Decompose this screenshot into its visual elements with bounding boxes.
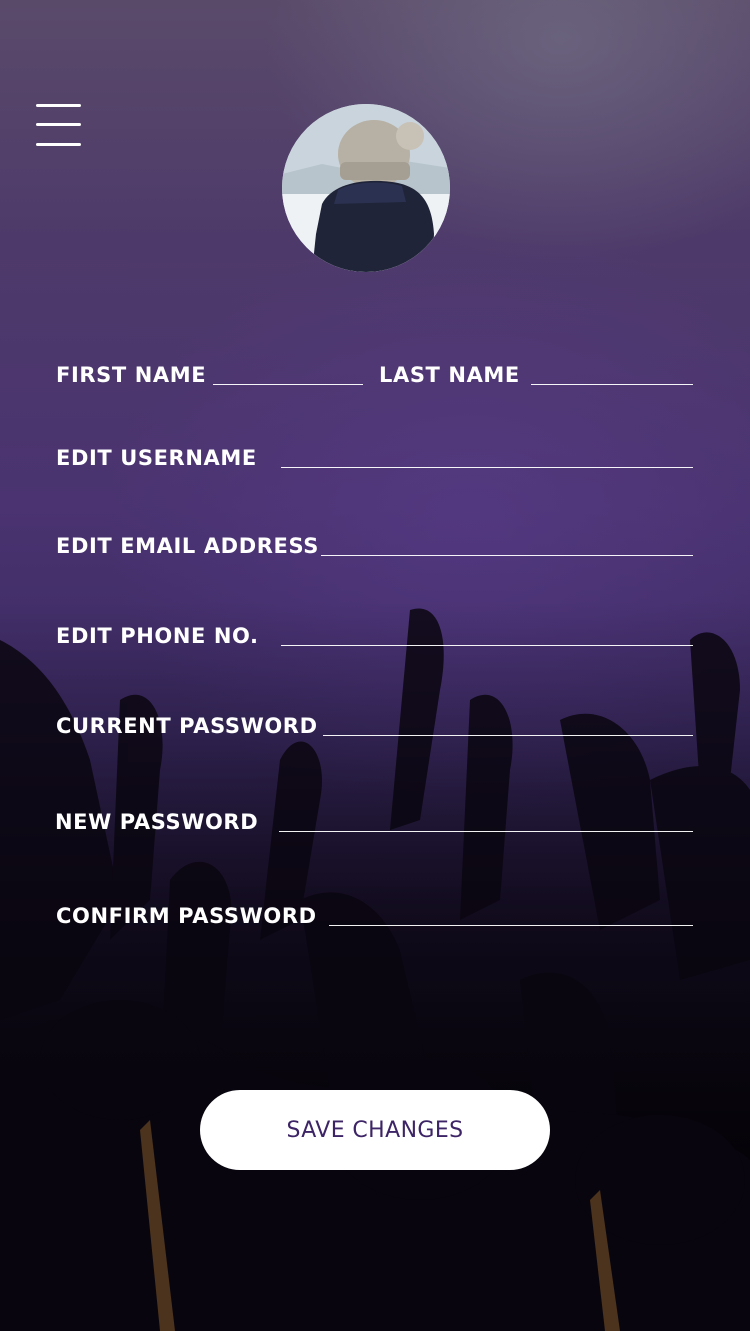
first-name-label: FIRST NAME xyxy=(56,363,207,387)
username-input[interactable] xyxy=(281,467,693,468)
confirm-password-label: CONFIRM PASSWORD xyxy=(56,904,317,928)
menu-bar xyxy=(36,143,81,146)
profile-avatar[interactable] xyxy=(282,104,450,272)
current-password-input[interactable] xyxy=(323,735,693,736)
confirm-password-input[interactable] xyxy=(329,925,693,926)
current-password-label: CURRENT PASSWORD xyxy=(56,714,318,738)
first-name-input[interactable] xyxy=(213,384,363,385)
email-input[interactable] xyxy=(321,555,693,556)
username-label: EDIT USERNAME xyxy=(56,446,257,470)
new-password-label: NEW PASSWORD xyxy=(55,810,259,834)
last-name-input[interactable] xyxy=(531,384,693,385)
menu-bar xyxy=(36,123,81,126)
profile-photo-image xyxy=(282,104,450,272)
new-password-input[interactable] xyxy=(279,831,693,832)
email-label: EDIT EMAIL ADDRESS xyxy=(56,534,319,558)
menu-bar xyxy=(36,104,81,107)
save-changes-button[interactable]: SAVE CHANGES xyxy=(200,1090,550,1170)
hamburger-menu-icon[interactable] xyxy=(36,103,82,147)
last-name-label: LAST NAME xyxy=(379,363,520,387)
phone-input[interactable] xyxy=(281,645,693,646)
phone-label: EDIT PHONE NO. xyxy=(56,624,259,648)
